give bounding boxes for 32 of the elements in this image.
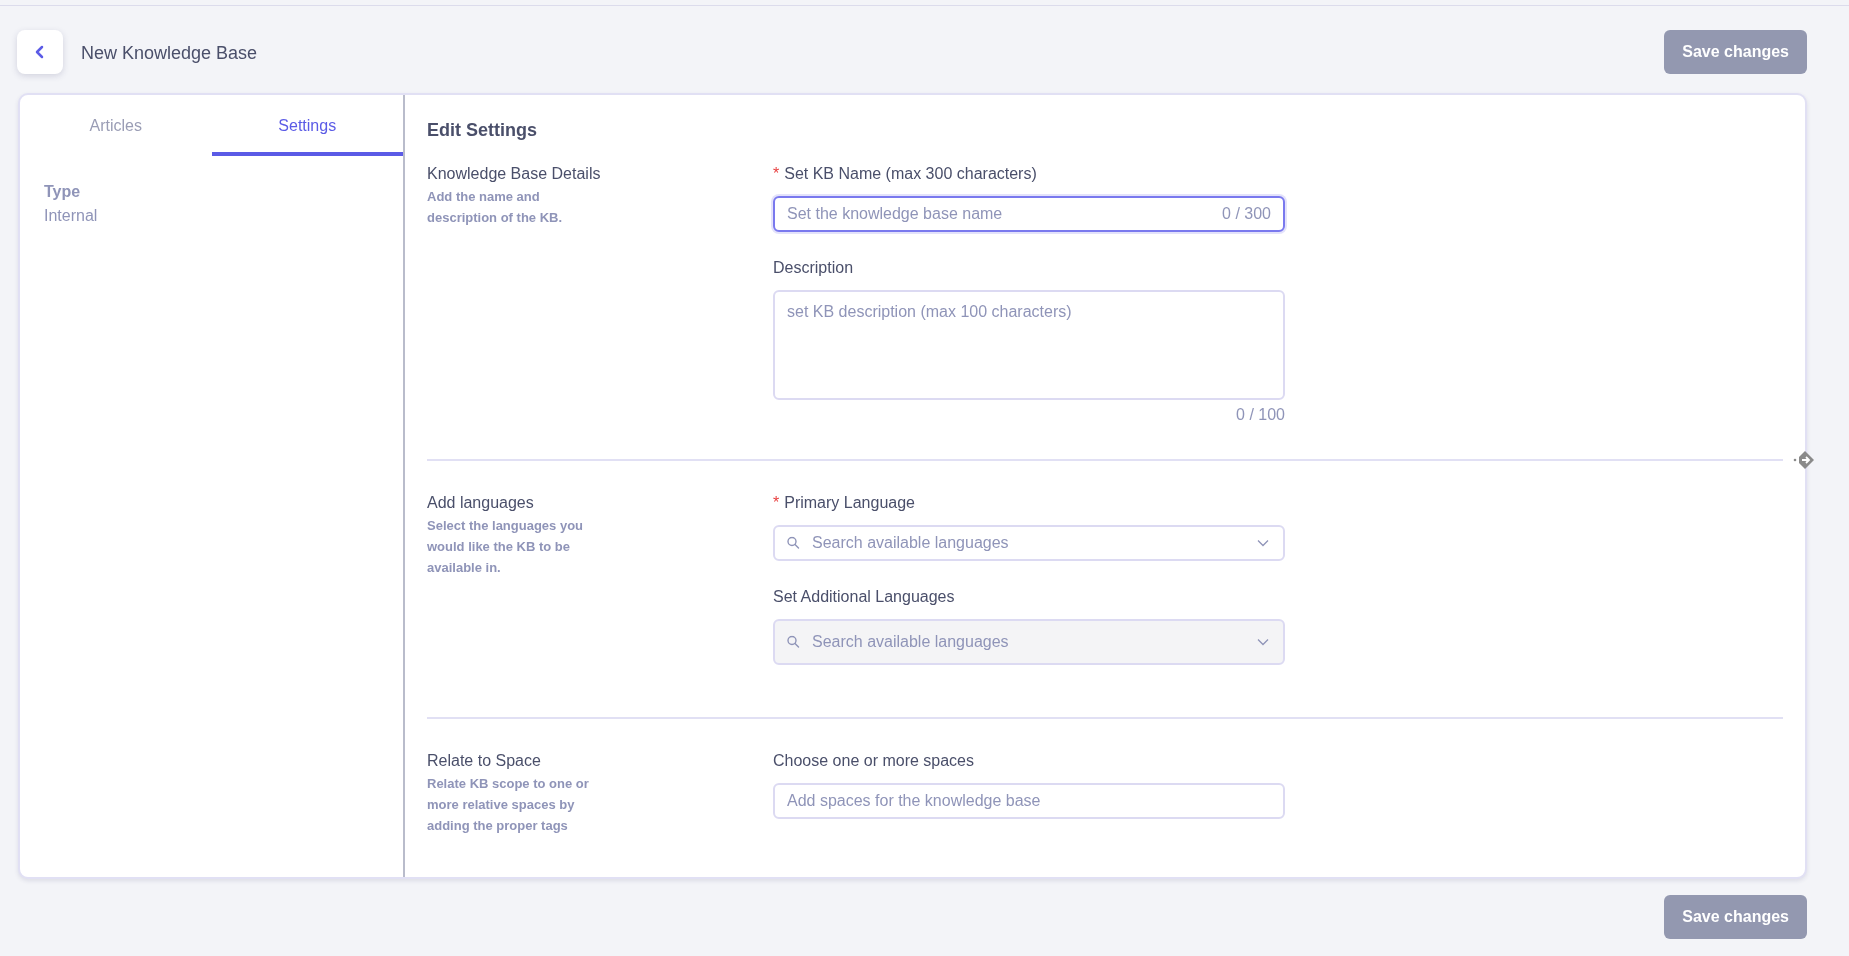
back-button[interactable]	[17, 30, 63, 74]
field-label: Description	[773, 258, 854, 278]
tab[interactable]: Articles	[20, 95, 212, 156]
diamond-arrow-icon[interactable]	[1793, 450, 1815, 470]
search-icon	[787, 536, 800, 550]
section-description: Add the name and description of the KB.	[427, 188, 564, 227]
field-label: Primary Language	[784, 493, 915, 513]
save-changes-button[interactable]: Save changes	[1664, 30, 1807, 74]
chevron-left-icon	[34, 44, 46, 60]
section-description: Relate KB scope to one or more relative spaces by adding the proper tags	[427, 775, 590, 835]
section-heading: Edit Settings	[427, 119, 538, 142]
required-mark: *	[773, 164, 780, 184]
section-title: Knowledge Base Details	[427, 164, 602, 184]
section-title: Add languages	[427, 493, 535, 513]
field-label: Choose one or more spaces	[773, 751, 974, 771]
section-title: Relate to Space	[427, 751, 542, 771]
required-mark: *	[773, 493, 780, 513]
section-description: Select the languages you would like the KB to be available in.	[427, 517, 585, 577]
search-icon	[787, 635, 800, 649]
description-field[interactable]: set KB description (max 100 characters)	[773, 290, 1285, 400]
type-label: Type	[44, 182, 82, 202]
chevron-down-icon[interactable]	[1257, 638, 1269, 646]
chevron-down-icon[interactable]	[1257, 539, 1269, 547]
character-counter: 0 / 100	[1235, 405, 1285, 425]
language-dropdown[interactable]: Search available languages	[773, 525, 1285, 561]
tab[interactable]: Settings	[211, 95, 403, 156]
page-title: New Knowledge Base	[81, 42, 258, 65]
character-counter: 0 / 300	[1222, 204, 1271, 224]
field-label: Set Additional Languages	[773, 587, 955, 607]
field-label: Set KB Name (max 300 characters)	[784, 164, 1037, 184]
save-changes-button[interactable]: Save changes	[1664, 895, 1807, 939]
type-value: Internal	[44, 206, 99, 226]
